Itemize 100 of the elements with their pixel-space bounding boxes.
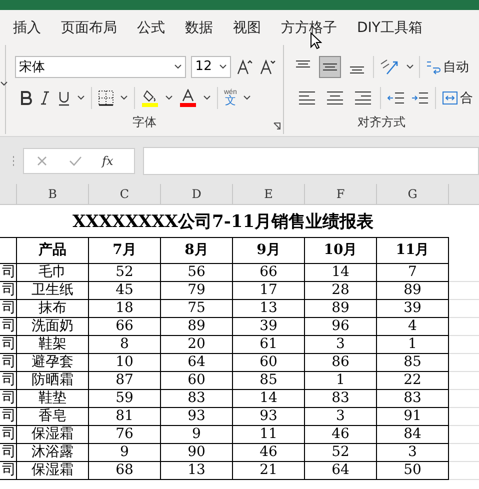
grow-font-icon[interactable] (236, 58, 254, 76)
table-cell (0, 237, 17, 264)
caret-icon (174, 64, 182, 69)
table-cell: 9 (89, 444, 161, 462)
merge-cells-icon (442, 90, 458, 106)
table-cell: 毛巾 (17, 264, 89, 282)
table-cell: 避孕套 (17, 354, 89, 372)
italic-icon[interactable] (39, 90, 51, 106)
column-header[interactable]: E (233, 184, 305, 204)
table-cell: 87 (89, 372, 161, 390)
font-size-field[interactable]: 12 (191, 56, 232, 78)
group-label: 字体 (132, 115, 156, 129)
underline-icon[interactable] (57, 90, 71, 106)
ribbon-tab[interactable]: 方方格子 (272, 10, 346, 41)
table-cell: 1 (305, 372, 377, 390)
header-cell: 7月 (89, 237, 161, 264)
caret-icon[interactable] (406, 64, 414, 69)
table-cell: 89 (377, 282, 449, 300)
ribbon-tab[interactable]: 公式 (128, 10, 174, 41)
table-cell: 60 (161, 372, 233, 390)
table-cell: 保湿霜 (17, 426, 89, 444)
table-cell: 56 (161, 264, 233, 282)
ribbon-tab[interactable]: DIY工具箱 (348, 10, 432, 41)
table-cell: 司 (0, 426, 17, 444)
table-title: XXXXXXXX公司7-11月销售业绩报表 (71, 210, 375, 232)
table-cell: 89 (161, 318, 233, 336)
table-cell: 司 (0, 300, 17, 318)
table-cell: 83 (161, 390, 233, 408)
table-cell: 抹布 (17, 300, 89, 318)
table-cell: 76 (89, 426, 161, 444)
header-cell: 11月 (377, 237, 449, 264)
table-cell: 司 (0, 390, 17, 408)
insert-function-button[interactable]: fx (102, 154, 114, 168)
fill-color-icon[interactable] (141, 88, 159, 106)
shrink-font-icon[interactable] (259, 58, 277, 76)
table-cell: 20 (161, 336, 233, 354)
table-cell: 司 (0, 282, 17, 300)
table-cell: 83 (305, 390, 377, 408)
table-cell: 81 (89, 408, 161, 426)
table-cell: 28 (305, 282, 377, 300)
table-cell: 18 (89, 300, 161, 318)
check-icon[interactable] (68, 155, 82, 167)
table-cell: 93 (233, 408, 305, 426)
table-cell: 85 (233, 372, 305, 390)
table-cell: 司 (0, 372, 17, 390)
table-cell: 83 (377, 390, 449, 408)
align-icon (296, 60, 310, 68)
align-icon (350, 66, 364, 74)
table-cell: 3 (377, 444, 449, 462)
ribbon-tab[interactable]: 插入 (4, 10, 50, 41)
table-cell: 84 (377, 426, 449, 444)
formula-input[interactable] (143, 147, 479, 175)
table-cell: 75 (161, 300, 233, 318)
table-cell: 14 (305, 264, 377, 282)
table-cell: 司 (0, 354, 17, 372)
table-cell: 46 (233, 444, 305, 462)
increase-indent-icon[interactable] (411, 90, 429, 106)
caret-icon[interactable] (165, 95, 173, 100)
column-header[interactable]: B (17, 184, 89, 204)
decrease-indent-icon[interactable] (387, 90, 405, 106)
column-header[interactable]: G (377, 184, 449, 204)
table-cell: 3 (305, 408, 377, 426)
caret-icon[interactable] (120, 95, 128, 100)
align-icon (299, 90, 315, 104)
table-cell: 66 (233, 264, 305, 282)
align-icon (355, 90, 371, 104)
bold-icon[interactable] (19, 90, 33, 106)
caret-icon[interactable] (77, 95, 85, 100)
header-cell: 9月 (233, 237, 305, 264)
caret-icon[interactable] (203, 95, 211, 100)
table-cell: 68 (89, 462, 161, 480)
header-cell: 10月 (305, 237, 377, 264)
font-name-field[interactable]: 宋体 (15, 56, 186, 78)
dialog-launcher-icon[interactable] (273, 122, 281, 130)
table-cell: 7 (377, 264, 449, 282)
wrap-text-button[interactable]: 自动 (425, 58, 469, 76)
caret-icon[interactable] (0, 81, 8, 86)
merge-cells-button[interactable]: 合 (442, 88, 473, 106)
table-cell: 司 (0, 264, 17, 282)
header-cell: 产品 (17, 237, 89, 264)
borders-icon[interactable] (98, 90, 114, 106)
column-header[interactable]: D (161, 184, 233, 204)
ribbon-tab[interactable]: 视图 (224, 10, 270, 41)
caret-icon[interactable] (242, 95, 251, 100)
mouse-pointer-icon (310, 32, 322, 50)
table-cell: 13 (161, 462, 233, 480)
font-color-icon[interactable] (179, 88, 197, 106)
vertical-align-button[interactable] (319, 56, 341, 78)
group-label: 对齐方式 (358, 115, 406, 129)
table-cell: 卫生纸 (17, 282, 89, 300)
table-cell: 香皂 (17, 408, 89, 426)
table-cell: 沐浴露 (17, 444, 89, 462)
ribbon-tab[interactable]: 数据 (176, 10, 222, 41)
table-cell: 防晒霜 (17, 372, 89, 390)
ribbon-tab[interactable]: 页面布局 (52, 10, 126, 41)
table-cell: 4 (377, 318, 449, 336)
column-header[interactable]: C (89, 184, 161, 204)
column-header[interactable]: F (305, 184, 377, 204)
table-cell: 司 (0, 408, 17, 426)
table-cell: 52 (89, 264, 161, 282)
